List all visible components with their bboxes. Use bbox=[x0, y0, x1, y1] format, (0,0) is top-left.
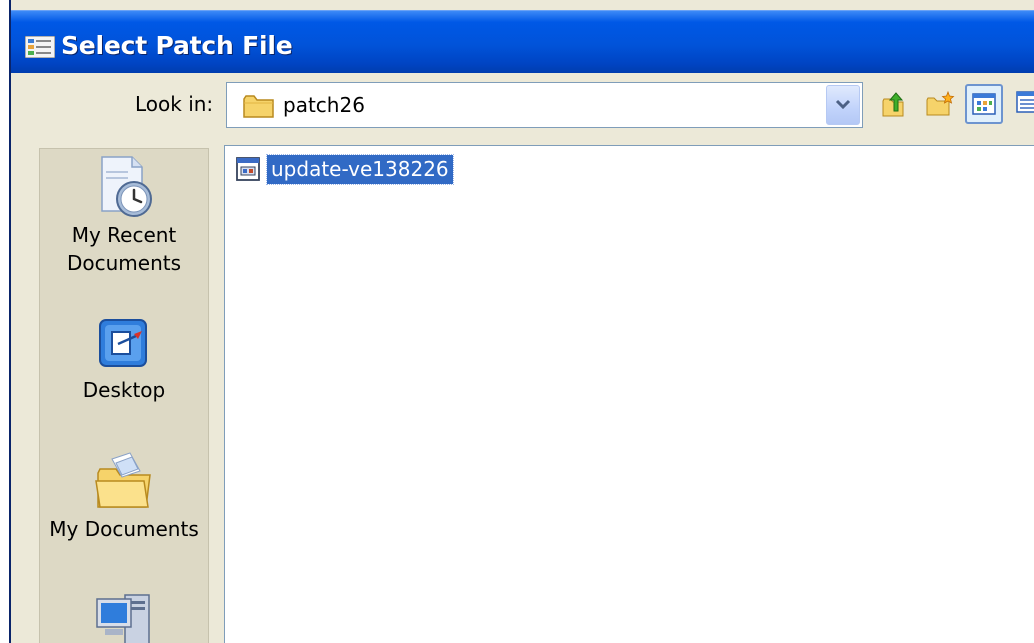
look-in-label: Look in: bbox=[135, 92, 214, 116]
file-list[interactable]: update-ve138226 bbox=[224, 145, 1034, 643]
dialog-title: Select Patch File bbox=[61, 31, 293, 60]
place-my-documents[interactable]: My Documents bbox=[40, 449, 208, 543]
place-my-computer[interactable] bbox=[40, 587, 208, 643]
chevron-down-icon bbox=[835, 99, 851, 110]
look-in-value: patch26 bbox=[283, 93, 365, 117]
create-new-folder-button[interactable] bbox=[921, 84, 959, 124]
dropdown-arrow-button[interactable] bbox=[826, 85, 860, 125]
patch-file-icon bbox=[236, 157, 260, 181]
view-menu-button[interactable] bbox=[965, 84, 1003, 124]
desktop-icon bbox=[99, 319, 147, 367]
my-documents-icon bbox=[95, 452, 151, 508]
view-menu-icon bbox=[972, 93, 996, 115]
my-computer-icon bbox=[96, 594, 150, 643]
recent-documents-icon bbox=[101, 156, 152, 217]
app-icon bbox=[24, 35, 56, 59]
place-label: Documents bbox=[66, 251, 182, 275]
title-bar[interactable]: Select Patch File bbox=[11, 10, 1034, 73]
list-view-button[interactable] bbox=[1011, 84, 1034, 124]
up-one-level-button[interactable] bbox=[875, 84, 913, 124]
list-view-icon bbox=[1016, 91, 1034, 113]
file-name: update-ve138226 bbox=[266, 153, 454, 185]
look-in-dropdown[interactable]: patch26 bbox=[226, 82, 863, 128]
folder-icon bbox=[243, 93, 275, 119]
file-item[interactable]: update-ve138226 bbox=[233, 152, 454, 186]
place-label: My Documents bbox=[49, 517, 199, 541]
places-bar: My Recent Documents Desktop My Documents bbox=[39, 148, 209, 643]
create-new-folder-icon bbox=[926, 90, 955, 116]
select-patch-file-dialog: Select Patch File Look in: patch26 My Re… bbox=[9, 0, 1034, 643]
up-one-level-icon bbox=[882, 92, 904, 117]
place-my-recent-documents[interactable]: My Recent Documents bbox=[40, 153, 208, 277]
place-label: My Recent bbox=[71, 223, 177, 247]
place-label: Desktop bbox=[82, 378, 166, 402]
place-desktop[interactable]: Desktop bbox=[40, 314, 208, 404]
